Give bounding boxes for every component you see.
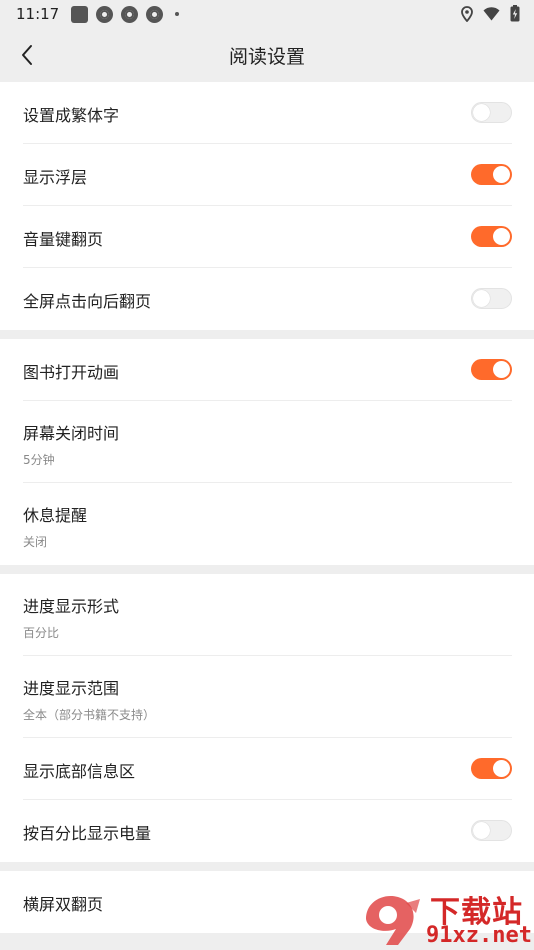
setting-label: 全屏点击向后翻页 bbox=[23, 292, 152, 311]
fullscreen-tap-forward-toggle[interactable] bbox=[471, 288, 512, 309]
page-title: 阅读设置 bbox=[228, 45, 305, 68]
settings-group-display: 设置成繁体字 显示浮层 音量键翻页 全屏点击向后翻页 bbox=[0, 82, 534, 330]
watermark-logo-icon bbox=[366, 895, 420, 945]
setting-fullscreen-tap-forward[interactable]: 全屏点击向后翻页 bbox=[23, 268, 512, 330]
settings-group-progress: 进度显示形式 百分比 进度显示范围 全本（部分书籍不支持） 显示底部信息区 按百… bbox=[0, 574, 534, 862]
setting-show-bottom-info[interactable]: 显示底部信息区 bbox=[23, 738, 512, 800]
setting-label: 按百分比显示电量 bbox=[23, 824, 152, 843]
group-divider bbox=[0, 862, 534, 871]
setting-value: 百分比 bbox=[23, 626, 60, 640]
battery-percent-toggle[interactable] bbox=[471, 820, 512, 841]
group-divider bbox=[0, 565, 534, 574]
group-divider bbox=[0, 330, 534, 339]
setting-label: 显示底部信息区 bbox=[23, 762, 136, 781]
toggle-knob bbox=[473, 822, 490, 839]
setting-label: 显示浮层 bbox=[23, 168, 88, 187]
status-bar: 11:17 bbox=[0, 0, 534, 28]
setting-label: 图书打开动画 bbox=[23, 363, 120, 382]
book-open-animation-toggle[interactable] bbox=[471, 359, 512, 380]
setting-label: 横屏双翻页 bbox=[23, 895, 104, 914]
aperture-icon bbox=[146, 5, 164, 23]
setting-label: 音量键翻页 bbox=[23, 230, 104, 249]
location-icon bbox=[461, 5, 473, 22]
toggle-knob bbox=[493, 760, 510, 777]
setting-progress-range[interactable]: 进度显示范围 全本（部分书籍不支持） bbox=[23, 656, 512, 738]
settings-group-screen: 图书打开动画 屏幕关闭时间 5分钟 休息提醒 关闭 bbox=[0, 339, 534, 565]
watermark-url: 91xz.net bbox=[426, 923, 532, 948]
more-notifications-icon bbox=[175, 12, 180, 16]
battery-charging-icon bbox=[510, 5, 520, 22]
watermark: 下载站 91xz.net bbox=[360, 887, 532, 949]
show-bottom-info-toggle[interactable] bbox=[471, 758, 512, 779]
toggle-knob bbox=[473, 104, 490, 121]
setting-volume-key-page-turn[interactable]: 音量键翻页 bbox=[23, 206, 512, 268]
setting-traditional-chinese[interactable]: 设置成繁体字 bbox=[23, 82, 512, 144]
toggle-knob bbox=[493, 361, 510, 378]
toggle-knob bbox=[473, 290, 490, 307]
app-header: 阅读设置 bbox=[0, 28, 534, 82]
toggle-knob bbox=[493, 228, 510, 245]
setting-rest-reminder[interactable]: 休息提醒 关闭 bbox=[23, 483, 512, 565]
setting-label: 休息提醒 bbox=[23, 506, 88, 525]
wifi-icon bbox=[483, 6, 500, 20]
back-button[interactable] bbox=[10, 38, 44, 72]
setting-label: 屏幕关闭时间 bbox=[23, 424, 120, 443]
app-notification-icon bbox=[71, 5, 89, 23]
aperture-icon bbox=[96, 5, 114, 23]
setting-label: 进度显示范围 bbox=[23, 679, 120, 698]
setting-value: 全本（部分书籍不支持） bbox=[23, 708, 156, 722]
volume-key-page-turn-toggle[interactable] bbox=[471, 226, 512, 247]
traditional-chinese-toggle[interactable] bbox=[471, 102, 512, 123]
show-overlay-toggle[interactable] bbox=[471, 164, 512, 185]
setting-book-open-animation[interactable]: 图书打开动画 bbox=[23, 339, 512, 401]
chevron-left-icon bbox=[22, 45, 32, 65]
aperture-icon bbox=[121, 5, 139, 23]
setting-value: 关闭 bbox=[23, 535, 48, 549]
system-icons bbox=[461, 5, 520, 22]
toggle-knob bbox=[493, 166, 510, 183]
setting-label: 进度显示形式 bbox=[23, 597, 120, 616]
setting-show-overlay[interactable]: 显示浮层 bbox=[23, 144, 512, 206]
setting-battery-percent[interactable]: 按百分比显示电量 bbox=[23, 800, 512, 862]
setting-value: 5分钟 bbox=[23, 453, 55, 467]
settings-list: 设置成繁体字 显示浮层 音量键翻页 全屏点击向后翻页 图书打开动画 屏幕关闭时间… bbox=[0, 82, 534, 933]
setting-progress-format[interactable]: 进度显示形式 百分比 bbox=[23, 574, 512, 656]
setting-screen-off-time[interactable]: 屏幕关闭时间 5分钟 bbox=[23, 401, 512, 483]
notification-icons bbox=[71, 5, 180, 23]
setting-label: 设置成繁体字 bbox=[23, 106, 120, 125]
status-time: 11:17 bbox=[16, 5, 60, 23]
